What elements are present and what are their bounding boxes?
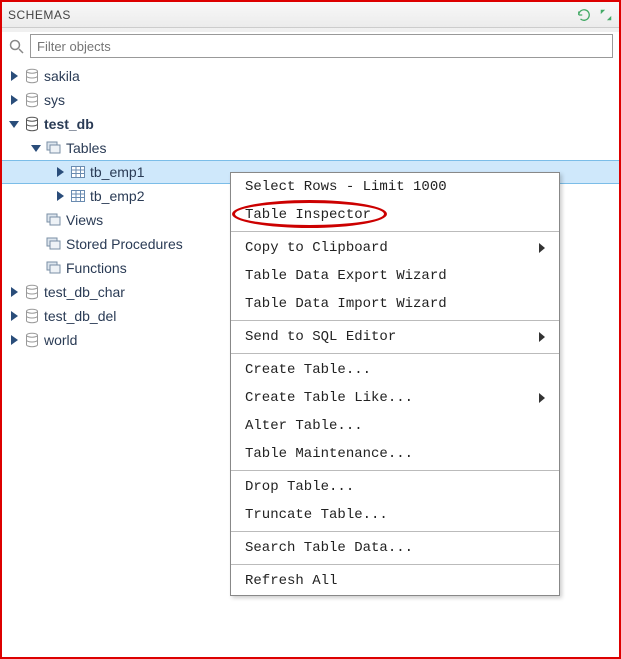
- header-bar: SCHEMAS: [2, 2, 619, 28]
- tree-label: test_db: [44, 116, 94, 132]
- tree-label: sys: [44, 92, 65, 108]
- tree-label: Functions: [66, 260, 127, 276]
- menu-send-to-sql[interactable]: Send to SQL Editor: [231, 323, 559, 351]
- tree-label: test_db_del: [44, 308, 116, 324]
- submenu-arrow-icon: [539, 243, 545, 253]
- menu-create-table-like[interactable]: Create Table Like...: [231, 384, 559, 412]
- header-icons: [577, 8, 613, 22]
- menu-create-table[interactable]: Create Table...: [231, 356, 559, 384]
- refresh-icon[interactable]: [577, 8, 591, 22]
- triangle-right-icon: [8, 70, 20, 82]
- database-icon: [24, 308, 40, 324]
- triangle-right-icon: [8, 94, 20, 106]
- tree-label: tb_emp2: [90, 188, 144, 204]
- database-icon: [24, 332, 40, 348]
- menu-table-export[interactable]: Table Data Export Wizard: [231, 262, 559, 290]
- database-icon: [24, 92, 40, 108]
- menu-separator: [231, 353, 559, 354]
- tree-label: world: [44, 332, 77, 348]
- triangle-right-icon: [54, 190, 66, 202]
- menu-refresh-all[interactable]: Refresh All: [231, 567, 559, 595]
- tree-label: sakila: [44, 68, 80, 84]
- menu-separator: [231, 531, 559, 532]
- context-menu: Select Rows - Limit 1000 Table Inspector…: [230, 172, 560, 596]
- menu-separator: [231, 231, 559, 232]
- triangle-right-icon: [54, 166, 66, 178]
- search-input[interactable]: [30, 34, 613, 58]
- menu-separator: [231, 564, 559, 565]
- submenu-arrow-icon: [539, 332, 545, 342]
- triangle-down-icon: [8, 118, 20, 130]
- tree-label: Stored Procedures: [66, 236, 183, 252]
- panel-title: SCHEMAS: [8, 8, 71, 22]
- database-icon: [24, 284, 40, 300]
- submenu-arrow-icon: [539, 393, 545, 403]
- menu-search-table-data[interactable]: Search Table Data...: [231, 534, 559, 562]
- expand-icon[interactable]: [599, 8, 613, 22]
- menu-separator: [231, 470, 559, 471]
- search-icon: [8, 38, 24, 54]
- menu-copy-to-clipboard[interactable]: Copy to Clipboard: [231, 234, 559, 262]
- database-icon: [24, 116, 40, 132]
- functions-folder-icon: [46, 260, 62, 276]
- tree-item-test-db[interactable]: test_db: [2, 112, 619, 136]
- triangle-right-icon: [8, 334, 20, 346]
- database-icon: [24, 68, 40, 84]
- tree-label: test_db_char: [44, 284, 125, 300]
- triangle-down-icon: [30, 142, 42, 154]
- stored-procedures-folder-icon: [46, 236, 62, 252]
- tree-label: tb_emp1: [90, 164, 144, 180]
- tree-item-tables[interactable]: Tables: [2, 136, 619, 160]
- tree-label: Views: [66, 212, 103, 228]
- menu-table-import[interactable]: Table Data Import Wizard: [231, 290, 559, 318]
- triangle-right-icon: [8, 286, 20, 298]
- tree-item-sakila[interactable]: sakila: [2, 64, 619, 88]
- menu-table-maintenance[interactable]: Table Maintenance...: [231, 440, 559, 468]
- tables-folder-icon: [46, 140, 62, 156]
- triangle-right-icon: [8, 310, 20, 322]
- tree-label: Tables: [66, 140, 106, 156]
- menu-select-rows[interactable]: Select Rows - Limit 1000: [231, 173, 559, 201]
- tree-item-sys[interactable]: sys: [2, 88, 619, 112]
- views-folder-icon: [46, 212, 62, 228]
- table-icon: [70, 188, 86, 204]
- search-row: [2, 28, 619, 64]
- menu-truncate-table[interactable]: Truncate Table...: [231, 501, 559, 529]
- menu-alter-table[interactable]: Alter Table...: [231, 412, 559, 440]
- menu-separator: [231, 320, 559, 321]
- menu-table-inspector[interactable]: Table Inspector: [231, 201, 559, 229]
- table-icon: [70, 164, 86, 180]
- menu-drop-table[interactable]: Drop Table...: [231, 473, 559, 501]
